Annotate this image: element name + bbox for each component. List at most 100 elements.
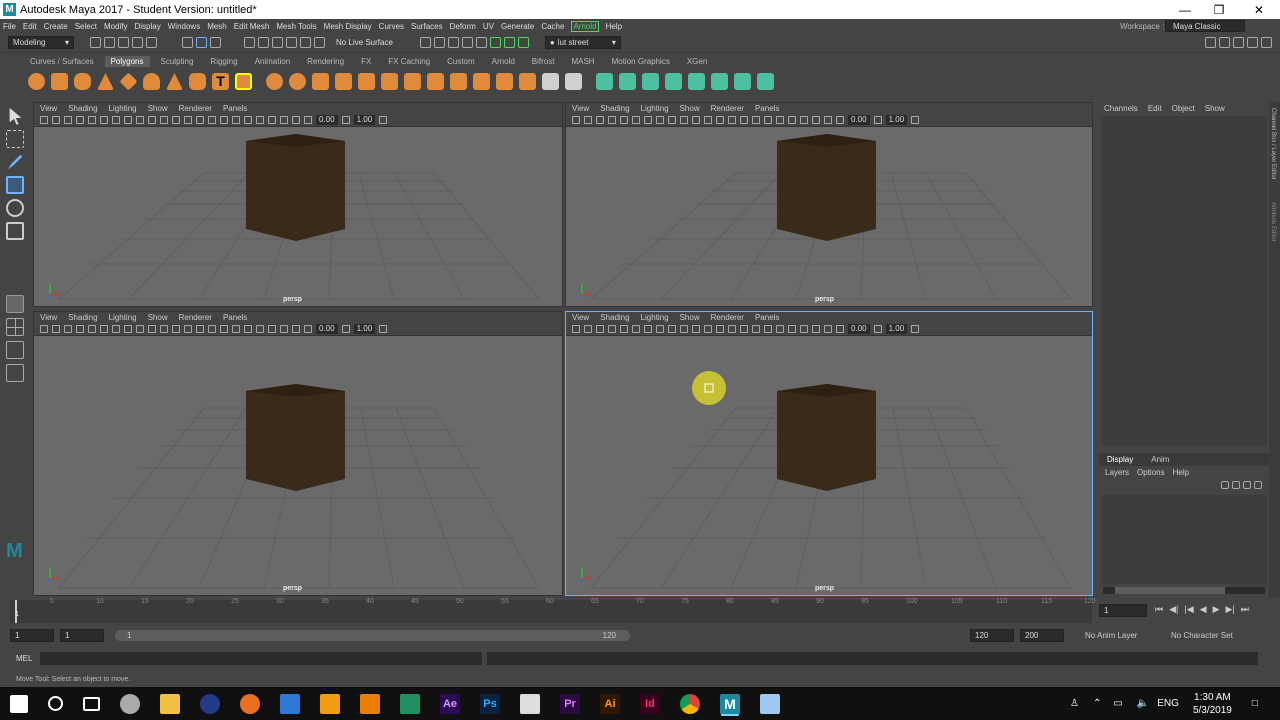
layer-menu-options[interactable]: Options xyxy=(1137,468,1165,477)
outliner-icon[interactable] xyxy=(6,364,24,382)
text-tool-icon[interactable]: T xyxy=(212,73,229,90)
maximize-button[interactable]: ❐ xyxy=(1200,0,1238,19)
language-indicator[interactable]: ENG xyxy=(1157,698,1179,709)
lights-icon[interactable] xyxy=(196,116,204,124)
resolution-gate-icon[interactable] xyxy=(112,116,120,124)
xray-joints-icon[interactable] xyxy=(280,116,288,124)
move-tool-icon[interactable] xyxy=(6,176,24,194)
layer-tab-anim[interactable]: Anim xyxy=(1151,455,1169,464)
menu-windows[interactable]: Windows xyxy=(168,22,200,31)
backface-icon[interactable] xyxy=(292,116,300,124)
cb-menu-object[interactable]: Object xyxy=(1172,104,1195,113)
vp-menu-shading[interactable]: Shading xyxy=(600,313,629,322)
cube[interactable] xyxy=(246,384,345,491)
minimize-button[interactable]: — xyxy=(1166,0,1204,19)
magnet-icon[interactable] xyxy=(313,37,325,48)
camera-attr-icon[interactable] xyxy=(52,325,60,333)
vp-menu-renderer[interactable]: Renderer xyxy=(179,104,212,113)
app-icon-2[interactable] xyxy=(200,693,220,714)
menu-mesh[interactable]: Mesh xyxy=(207,22,227,31)
film-gate-icon[interactable] xyxy=(100,116,108,124)
menu-uv[interactable]: UV xyxy=(483,22,494,31)
layout-uv-icon[interactable] xyxy=(734,73,751,90)
save-scene-icon[interactable] xyxy=(117,37,129,48)
shelf-tab-rigging[interactable]: Rigging xyxy=(210,57,237,66)
start-time-field[interactable]: 1 xyxy=(10,629,54,642)
shadows-icon[interactable] xyxy=(208,116,216,124)
shadows-icon[interactable] xyxy=(740,116,748,124)
resolution-gate-icon[interactable] xyxy=(644,325,652,333)
app-icon-6[interactable] xyxy=(520,693,540,714)
render-settings-icon[interactable] xyxy=(448,37,460,48)
poly-pyramid-icon[interactable] xyxy=(166,73,183,90)
xray-icon[interactable] xyxy=(800,116,808,124)
layer-tab-display[interactable]: Display xyxy=(1107,455,1133,464)
step-back-key-icon[interactable]: ◀| xyxy=(1169,604,1178,615)
scale-tool-icon[interactable] xyxy=(6,222,24,240)
open-scene-icon[interactable] xyxy=(103,37,115,48)
xray-joints-icon[interactable] xyxy=(812,116,820,124)
poly-sphere-icon[interactable] xyxy=(28,73,45,90)
ao-icon[interactable] xyxy=(752,116,760,124)
quad-draw-icon[interactable] xyxy=(519,73,536,90)
tool-settings-icon[interactable] xyxy=(1232,37,1244,48)
outliner-toggle-icon[interactable] xyxy=(1260,37,1272,48)
isolate-icon[interactable] xyxy=(788,116,796,124)
snap-grid-icon[interactable] xyxy=(243,37,255,48)
character-set-dropdown[interactable]: No Character Set xyxy=(1171,631,1233,640)
bookmark-icon[interactable] xyxy=(596,325,604,333)
spherical-map-icon[interactable] xyxy=(665,73,682,90)
shelf-tab-fx-caching[interactable]: FX Caching xyxy=(388,57,430,66)
dof-icon[interactable] xyxy=(244,325,252,333)
redo-icon[interactable] xyxy=(145,37,157,48)
play-forward-icon[interactable]: ▶ xyxy=(1213,604,1220,615)
user-account-dropdown[interactable]: ● lut street ▾ xyxy=(544,36,621,49)
single-perspective-icon[interactable] xyxy=(6,295,24,313)
merge-icon[interactable] xyxy=(542,73,559,90)
illustrator-icon[interactable]: Ai xyxy=(600,693,620,714)
move-layer-down-icon[interactable] xyxy=(1231,481,1240,489)
after-effects-icon[interactable]: Ae xyxy=(440,693,460,714)
play-back-icon[interactable]: ◀ xyxy=(1200,604,1207,615)
bridge-icon[interactable] xyxy=(404,73,421,90)
exposure-field[interactable]: 0.00 xyxy=(316,115,338,125)
color-management-icon[interactable] xyxy=(911,325,920,333)
cylindrical-map-icon[interactable] xyxy=(642,73,659,90)
chrome-icon[interactable] xyxy=(680,693,700,714)
channel-box-tab[interactable]: Channel Box / Layer Editor xyxy=(1270,108,1276,180)
vp-menu-show[interactable]: Show xyxy=(680,104,700,113)
color-management-icon[interactable] xyxy=(911,116,920,124)
firefox-icon[interactable] xyxy=(240,693,260,714)
menu-select[interactable]: Select xyxy=(75,22,97,31)
smooth-shade-icon[interactable] xyxy=(172,325,180,333)
app-icon-4[interactable] xyxy=(320,693,340,714)
workspace-dropdown[interactable]: Maya Classic xyxy=(1165,20,1245,32)
aa-icon[interactable] xyxy=(764,325,772,333)
channel-box-icon[interactable] xyxy=(1246,37,1258,48)
premiere-icon[interactable]: Pr xyxy=(560,693,580,714)
smooth-shade-icon[interactable] xyxy=(704,325,712,333)
film-gate-icon[interactable] xyxy=(100,325,108,333)
xray-joints-icon[interactable] xyxy=(812,325,820,333)
gamma-icon[interactable] xyxy=(341,116,350,124)
viewport-canvas[interactable]: persp xyxy=(566,129,1092,306)
select-mode-icon[interactable] xyxy=(181,37,193,48)
arnold-ipr-icon[interactable] xyxy=(504,37,516,48)
undo-icon[interactable] xyxy=(131,37,143,48)
clock[interactable]: 1:30 AM 5/3/2019 xyxy=(1193,691,1232,717)
camera-attr-icon[interactable] xyxy=(52,116,60,124)
go-to-start-icon[interactable]: ⏮ xyxy=(1155,604,1163,615)
ipr-render-icon[interactable] xyxy=(434,37,446,48)
layer-list[interactable] xyxy=(1101,495,1267,584)
vp-menu-lighting[interactable]: Lighting xyxy=(109,104,137,113)
vp-menu-show[interactable]: Show xyxy=(680,313,700,322)
anim-layer-dropdown[interactable]: No Anim Layer xyxy=(1085,631,1137,640)
menuset-dropdown[interactable]: Modeling ▾ xyxy=(8,36,74,49)
bookmark-icon[interactable] xyxy=(596,116,604,124)
wireframe-icon[interactable] xyxy=(160,325,168,333)
gamma-field[interactable]: 1.00 xyxy=(885,324,908,334)
lasso-tool-icon[interactable] xyxy=(6,130,24,148)
persp-outliner-icon[interactable] xyxy=(6,341,24,359)
planar-map-icon[interactable] xyxy=(619,73,636,90)
render-frame-icon[interactable] xyxy=(420,37,432,48)
